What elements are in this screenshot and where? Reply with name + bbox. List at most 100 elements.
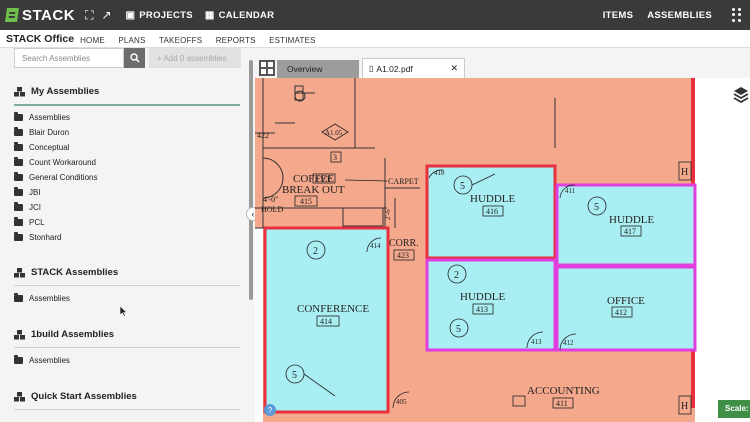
door-tag: 414 (370, 242, 381, 250)
folder-item[interactable]: Count Workaround (14, 157, 96, 167)
finish-label: CARPET (388, 177, 419, 186)
section-divider (14, 347, 240, 348)
section-1build-assemblies[interactable]: 1build Assemblies (14, 329, 114, 340)
folder-label: Conceptual (29, 143, 70, 152)
keynote: 5 (292, 370, 297, 381)
folder-icon (14, 112, 23, 121)
cubes-icon (14, 267, 25, 277)
folder-item[interactable]: Conceptual (14, 142, 70, 152)
briefcase-icon: ▣ (125, 9, 136, 21)
subnav-takeoffs[interactable]: TAKEOFFS (159, 36, 202, 45)
stack-logo[interactable]: STACK (5, 6, 76, 24)
folder-label: Stonhard (29, 233, 62, 242)
fullscreen-icon[interactable]: ⛶ (85, 8, 93, 23)
room-number: 414 (320, 317, 332, 326)
room-name: HUDDLE (470, 193, 515, 205)
nav-projects-label: PROJECTS (139, 9, 193, 21)
folder-icon (14, 172, 23, 181)
room-number: 423 (397, 251, 409, 260)
cubes-icon (14, 86, 25, 96)
search-assemblies-input[interactable] (14, 48, 124, 68)
folder-item[interactable]: Blair Duron (14, 127, 70, 137)
tab-overview[interactable]: Overview (277, 60, 359, 78)
callout-label: A1.05 (325, 129, 343, 137)
folder-label: Blair Duron (29, 128, 70, 137)
folder-icon (14, 232, 23, 241)
folder-label: JBI (29, 188, 41, 197)
folder-item[interactable]: JBI (14, 187, 41, 197)
tab-file[interactable]: ▯ A1.02.pdf ✕ (362, 58, 465, 78)
help-icon[interactable]: ? (264, 404, 276, 416)
section-title: STACK Assemblies (31, 267, 119, 278)
layers-icon[interactable] (733, 86, 749, 104)
door-tag: 411 (565, 187, 576, 195)
top-nav: ▣ PROJECTS ▦ CALENDAR (126, 10, 287, 21)
room-name: BREAK OUT (282, 184, 345, 196)
room-name: ACCOUNTING (527, 385, 600, 397)
tab-file-label: A1.02.pdf (376, 63, 413, 74)
folder-icon (14, 355, 23, 364)
plan-canvas[interactable]: COFFEE LVT BREAK OUT 415 CARPET 4'-0" HO… (255, 78, 750, 422)
section-quick-start-assemblies[interactable]: Quick Start Assemblies (14, 391, 137, 402)
sub-header: STACK Office HOME PLANS TAKEOFFS REPORTS… (0, 30, 750, 48)
folder-item[interactable]: PCL (14, 217, 45, 227)
nav-projects[interactable]: ▣ PROJECTS (126, 10, 193, 21)
assemblies-panel: + Add 0 assemblies My Assemblies Assembl… (0, 48, 252, 422)
section-my-assemblies[interactable]: My Assemblies (14, 86, 99, 97)
nav-calendar[interactable]: ▦ CALENDAR (205, 10, 274, 21)
nav-calendar-label: CALENDAR (218, 9, 275, 21)
external-link-icon[interactable]: ↗ (101, 8, 111, 22)
nav-assemblies[interactable]: ASSEMBLIES (647, 10, 712, 21)
keynote: 2 (454, 270, 459, 281)
subnav-home[interactable]: HOME (80, 36, 105, 45)
section-stack-assemblies[interactable]: STACK Assemblies (14, 267, 118, 278)
nav-items[interactable]: ITEMS (603, 10, 634, 21)
folder-item[interactable]: Assemblies (14, 112, 70, 122)
folder-icon (14, 157, 23, 166)
cubes-icon (14, 329, 25, 339)
subnav-estimates[interactable]: ESTIMATES (269, 36, 316, 45)
close-icon[interactable]: ✕ (450, 63, 458, 74)
company-title: STACK Office (6, 32, 75, 45)
subnav-reports[interactable]: REPORTS (216, 36, 256, 45)
folder-item[interactable]: JCI (14, 202, 41, 212)
folder-label: Count Workaround (29, 158, 96, 167)
logo-text: STACK (22, 6, 76, 24)
folder-icon (14, 217, 23, 226)
keynote: 5 (594, 202, 599, 213)
panel-scrollbar[interactable] (249, 60, 253, 300)
room-number: 422 (257, 131, 269, 140)
subnav-plans[interactable]: PLANS (118, 36, 145, 45)
svg-text:H: H (681, 167, 688, 178)
area-huddle-413[interactable] (425, 258, 557, 352)
app-menu-icon[interactable] (732, 8, 744, 22)
folder-icon (14, 293, 23, 302)
scale-badge[interactable]: Scale: (718, 400, 750, 418)
cubes-icon (14, 391, 25, 401)
mouse-cursor-icon (120, 306, 128, 317)
room-name: HUDDLE (609, 214, 654, 226)
section-title: 1build Assemblies (31, 329, 115, 340)
file-icon: ▯ (369, 64, 374, 73)
dimension-label: 4'-0" (263, 195, 278, 204)
stack-logo-icon (5, 8, 19, 22)
door-tag: 418 (434, 169, 445, 177)
folder-icon (14, 127, 23, 136)
folder-label: PCL (29, 218, 45, 227)
add-assemblies-button[interactable]: + Add 0 assemblies (149, 48, 241, 68)
search-button[interactable] (124, 48, 145, 68)
folder-item[interactable]: Assemblies (14, 355, 70, 365)
grid-view-icon[interactable] (259, 60, 275, 76)
section-divider (14, 409, 240, 410)
folder-item[interactable]: General Conditions (14, 172, 97, 182)
room-name: CORR. (389, 238, 419, 249)
search-icon (129, 53, 140, 63)
floor-plan[interactable]: COFFEE LVT BREAK OUT 415 CARPET 4'-0" HO… (255, 78, 750, 422)
folder-item[interactable]: Stonhard (14, 232, 62, 242)
sub-nav: HOME PLANS TAKEOFFS REPORTS ESTIMATES (80, 30, 325, 48)
folder-icon (14, 142, 23, 151)
folder-item[interactable]: Assemblies (14, 293, 70, 303)
room-name: OFFICE (607, 295, 645, 307)
door-tag: 412 (563, 339, 574, 347)
keynote: 5 (460, 181, 465, 192)
